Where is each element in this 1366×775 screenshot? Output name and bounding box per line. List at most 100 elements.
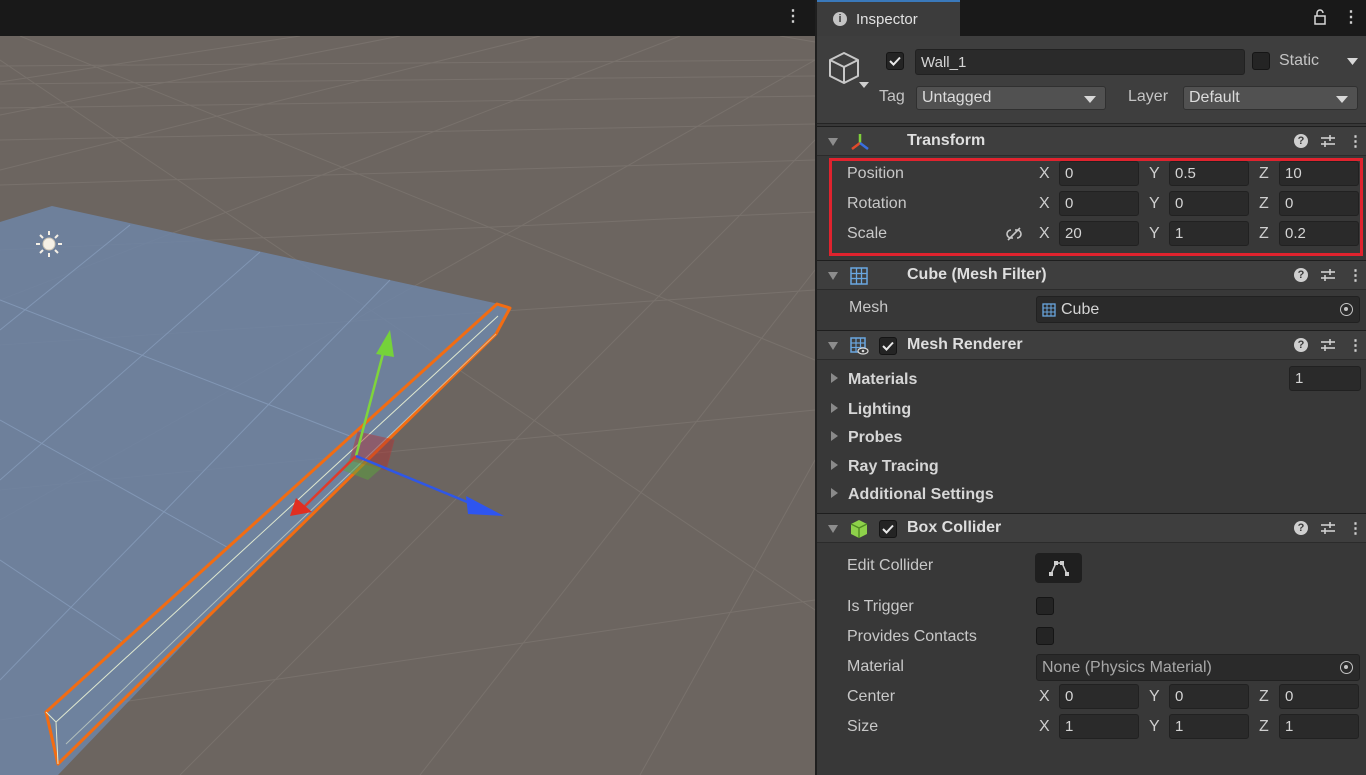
transform-help-icon[interactable]: ? xyxy=(1294,134,1308,148)
transform-presets-icon[interactable] xyxy=(1320,134,1336,148)
transform-menu-icon[interactable]: ⋮ xyxy=(1348,132,1363,150)
mesh-renderer-enabled-checkbox[interactable] xyxy=(879,337,897,355)
mesh-renderer-body: Materials 1 Lighting Probes Ray Tracing … xyxy=(817,360,1366,506)
axis-z-label[interactable]: Z xyxy=(1259,688,1269,706)
mesh-filter-header[interactable]: Cube (Mesh Filter) ? ⋮ xyxy=(817,260,1366,290)
edit-collider-label: Edit Collider xyxy=(847,557,934,574)
materials-foldout[interactable]: Materials xyxy=(831,371,917,389)
ray-tracing-foldout[interactable]: Ray Tracing xyxy=(831,458,939,476)
box-collider-help-icon[interactable]: ? xyxy=(1294,521,1308,535)
axis-x-label[interactable]: X xyxy=(1039,165,1050,183)
position-y-field[interactable]: 0.5 xyxy=(1169,161,1249,186)
axis-y-label[interactable]: Y xyxy=(1149,688,1160,706)
axis-x-label[interactable]: X xyxy=(1039,718,1050,736)
probes-label: Probes xyxy=(848,429,903,446)
probes-foldout[interactable]: Probes xyxy=(831,429,902,447)
mesh-renderer-menu-icon[interactable]: ⋮ xyxy=(1348,336,1363,354)
axis-y-label[interactable]: Y xyxy=(1149,165,1160,183)
tag-label: Tag xyxy=(879,88,905,105)
rotation-z-field[interactable]: 0 xyxy=(1279,191,1359,216)
edit-collider-icon xyxy=(1048,561,1069,576)
mesh-renderer-icon xyxy=(850,337,869,355)
box-collider-fold-icon[interactable] xyxy=(828,525,838,533)
axis-y-label[interactable]: Y xyxy=(1149,195,1160,213)
mesh-filter-presets-icon[interactable] xyxy=(1320,268,1336,282)
is-trigger-checkbox[interactable] xyxy=(1036,597,1054,615)
lock-icon[interactable] xyxy=(1314,9,1326,25)
axis-y-label[interactable]: Y xyxy=(1149,718,1160,736)
axis-z-label[interactable]: Z xyxy=(1259,195,1269,213)
size-x-field[interactable]: 1 xyxy=(1059,714,1139,739)
constrain-proportions-icon[interactable] xyxy=(1005,226,1023,242)
layer-label: Layer xyxy=(1128,88,1169,105)
layer-value: Default xyxy=(1189,89,1240,106)
tag-value: Untagged xyxy=(922,89,992,106)
rotation-y-field[interactable]: 0 xyxy=(1169,191,1249,216)
mesh-asset-icon xyxy=(1042,302,1056,317)
provides-contacts-checkbox[interactable] xyxy=(1036,627,1054,645)
rotation-label: Rotation xyxy=(847,195,907,212)
box-collider-menu-icon[interactable]: ⋮ xyxy=(1348,519,1363,537)
box-collider-body: Edit Collider Is Trigger Provides Contac… xyxy=(817,543,1366,773)
mesh-filter-title: Cube (Mesh Filter) xyxy=(907,266,1047,283)
mesh-object-field[interactable]: Cube xyxy=(1036,296,1360,323)
inspector-tabbar: i Inspector ⋮ xyxy=(817,0,1366,36)
axis-z-label[interactable]: Z xyxy=(1259,225,1269,243)
static-dropdown-icon[interactable] xyxy=(1347,58,1358,65)
axis-x-label[interactable]: X xyxy=(1039,195,1050,213)
inspector-menu-icon[interactable]: ⋮ xyxy=(1343,7,1359,27)
mesh-renderer-help-icon[interactable]: ? xyxy=(1294,338,1308,352)
transform-fold-icon[interactable] xyxy=(828,138,838,146)
box-collider-presets-icon[interactable] xyxy=(1320,521,1336,535)
transform-icon xyxy=(851,134,869,150)
rotation-x-field[interactable]: 0 xyxy=(1059,191,1139,216)
materials-count-field[interactable]: 1 xyxy=(1289,366,1361,391)
scale-y-field[interactable]: 1 xyxy=(1169,221,1249,246)
mesh-value: Cube xyxy=(1061,300,1100,318)
object-picker-icon[interactable] xyxy=(1340,303,1353,316)
axis-x-label[interactable]: X xyxy=(1039,225,1050,243)
scene-view[interactable]: ⋮ xyxy=(0,0,815,775)
object-name-field[interactable]: Wall_1 xyxy=(915,49,1245,75)
physics-material-value: None (Physics Material) xyxy=(1042,658,1212,676)
box-collider-enabled-checkbox[interactable] xyxy=(879,520,897,538)
position-x-field[interactable]: 0 xyxy=(1059,161,1139,186)
center-z-field[interactable]: 0 xyxy=(1279,684,1359,709)
mesh-renderer-fold-icon[interactable] xyxy=(828,342,838,350)
size-y-field[interactable]: 1 xyxy=(1169,714,1249,739)
object-header: Wall_1 Static Tag Untagged Layer Default xyxy=(817,36,1366,124)
box-collider-header[interactable]: Box Collider ? ⋮ xyxy=(817,513,1366,543)
box-collider-icon xyxy=(850,520,868,538)
mesh-filter-menu-icon[interactable]: ⋮ xyxy=(1348,266,1363,284)
scene-viewport[interactable] xyxy=(0,36,815,775)
scale-z-field[interactable]: 0.2 xyxy=(1279,221,1359,246)
center-y-field[interactable]: 0 xyxy=(1169,684,1249,709)
mesh-filter-help-icon[interactable]: ? xyxy=(1294,268,1308,282)
axis-y-label[interactable]: Y xyxy=(1149,225,1160,243)
physics-material-field[interactable]: None (Physics Material) xyxy=(1036,654,1360,681)
scene-menu-icon[interactable]: ⋮ xyxy=(785,7,801,27)
axis-x-label[interactable]: X xyxy=(1039,688,1050,706)
lighting-foldout[interactable]: Lighting xyxy=(831,401,911,419)
transform-header[interactable]: Transform ? ⋮ xyxy=(817,126,1366,156)
additional-settings-foldout[interactable]: Additional Settings xyxy=(831,486,994,504)
static-checkbox[interactable] xyxy=(1252,52,1270,70)
tab-inspector[interactable]: i Inspector xyxy=(817,0,960,36)
scale-x-field[interactable]: 20 xyxy=(1059,221,1139,246)
active-checkbox[interactable] xyxy=(886,52,904,70)
material-label: Material xyxy=(847,658,904,675)
axis-z-label[interactable]: Z xyxy=(1259,165,1269,183)
center-x-field[interactable]: 0 xyxy=(1059,684,1139,709)
size-z-field[interactable]: 1 xyxy=(1279,714,1359,739)
mesh-renderer-presets-icon[interactable] xyxy=(1320,338,1336,352)
position-z-field[interactable]: 10 xyxy=(1279,161,1359,186)
edit-collider-button[interactable] xyxy=(1035,553,1082,583)
tag-dropdown[interactable]: Untagged xyxy=(916,86,1106,110)
icon-dropdown-icon[interactable] xyxy=(859,82,869,88)
object-picker-icon[interactable] xyxy=(1340,661,1353,674)
mesh-filter-fold-icon[interactable] xyxy=(828,272,838,280)
axis-z-label[interactable]: Z xyxy=(1259,718,1269,736)
info-icon: i xyxy=(833,12,847,26)
layer-dropdown[interactable]: Default xyxy=(1183,86,1358,110)
mesh-renderer-header[interactable]: Mesh Renderer ? ⋮ xyxy=(817,330,1366,360)
